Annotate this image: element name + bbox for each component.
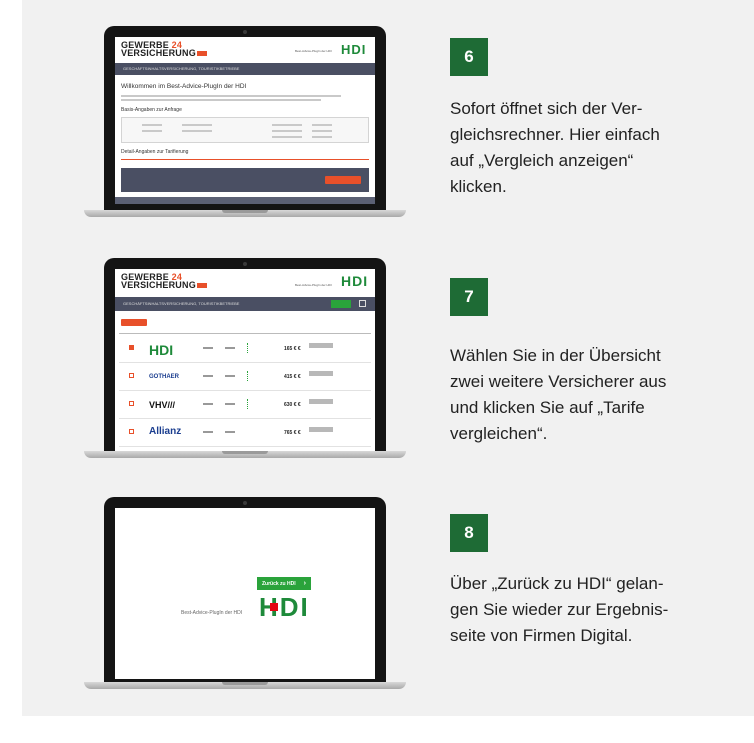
- price: 165 € €: [284, 346, 301, 352]
- select-button[interactable]: [309, 399, 333, 404]
- hdi-red-accent: [270, 603, 278, 611]
- print-icon[interactable]: [359, 300, 366, 307]
- hdi-logo: HDI: [341, 42, 367, 57]
- basis-heading: Basis-Angaben zur Anfrage: [121, 107, 182, 113]
- result-row[interactable]: VHV/// 630 € €: [119, 393, 371, 419]
- chevron-right-icon: ›: [303, 580, 306, 587]
- step-number-8: 8: [450, 514, 488, 552]
- insurer-logo: GOTHAER: [149, 374, 179, 380]
- gewerbe24-logo: GEWERBE 24 VERSICHERUNG: [121, 41, 207, 58]
- screen-step-8: Zurück zu HDI › Best-Advice-PlugIn der H…: [115, 508, 375, 679]
- nav-bar: GESCHÄFTSINHALTSVERSICHERUNG, TOURISTIKB…: [115, 63, 375, 75]
- hdi-logo: HDI: [341, 273, 369, 289]
- insurer-logo: HDI: [149, 342, 174, 358]
- select-button[interactable]: [309, 371, 333, 376]
- result-row[interactable]: Allianz 765 € €: [119, 421, 371, 447]
- step-text-8: Über „Zurück zu HDI“ gelan- gen Sie wied…: [450, 574, 669, 645]
- price: 630 € €: [284, 402, 301, 408]
- screen-step-7: GEWERBE 24 VERSICHERUNG Best-Advice-Plug…: [115, 269, 375, 451]
- gewerbe24-logo: GEWERBE 24 VERSICHERUNG: [121, 273, 207, 290]
- zurueck-zu-hdi-button[interactable]: Zurück zu HDI ›: [257, 577, 311, 590]
- tarife-vergleichen-button[interactable]: [331, 300, 351, 308]
- basis-box: [121, 117, 369, 143]
- laptop-step-8: Zurück zu HDI › Best-Advice-PlugIn der H…: [84, 497, 406, 693]
- step-text-6: Sofort öffnet sich der Ver- gleichsrechn…: [450, 99, 660, 196]
- laptop-step-7: GEWERBE 24 VERSICHERUNG Best-Advice-Plug…: [84, 258, 406, 464]
- insurer-logo: Allianz: [149, 426, 182, 437]
- laptop-step-6: GEWERBE 24 VERSICHERUNG Best-Advice-Plug…: [84, 26, 406, 222]
- price: 765 € €: [284, 430, 301, 436]
- hdi-logo: HDI: [259, 592, 310, 622]
- nav-bar: GESCHÄFTSINHALTSVERSICHERUNG, TOURISTIKB…: [115, 297, 375, 311]
- welcome-title: Willkommen im Best-Advice-PlugIn der HDI: [121, 83, 247, 90]
- price: 415 € €: [284, 374, 301, 380]
- step-number-7: 7: [450, 278, 488, 316]
- step-number-6: 6: [450, 38, 488, 76]
- result-row[interactable]: GOTHAER 415 € €: [119, 365, 371, 391]
- insurer-logo: VHV///: [149, 400, 176, 410]
- step-text-7: Wählen Sie in der Übersicht zwei weitere…: [450, 346, 667, 443]
- screen-step-6: GEWERBE 24 VERSICHERUNG Best-Advice-Plug…: [115, 37, 375, 204]
- detail-heading: Detail-Angaben zur Tarifierung: [121, 149, 189, 155]
- filter-button[interactable]: [121, 319, 147, 326]
- instruction-panel: GEWERBE 24 VERSICHERUNG Best-Advice-Plug…: [22, 0, 754, 716]
- select-button[interactable]: [309, 427, 333, 432]
- vergleich-anzeigen-button[interactable]: [325, 176, 361, 184]
- plugin-label: Best-Advice-PlugIn der HDI: [181, 610, 243, 616]
- result-row[interactable]: HDI 165 € €: [119, 337, 371, 363]
- select-button[interactable]: [309, 343, 333, 348]
